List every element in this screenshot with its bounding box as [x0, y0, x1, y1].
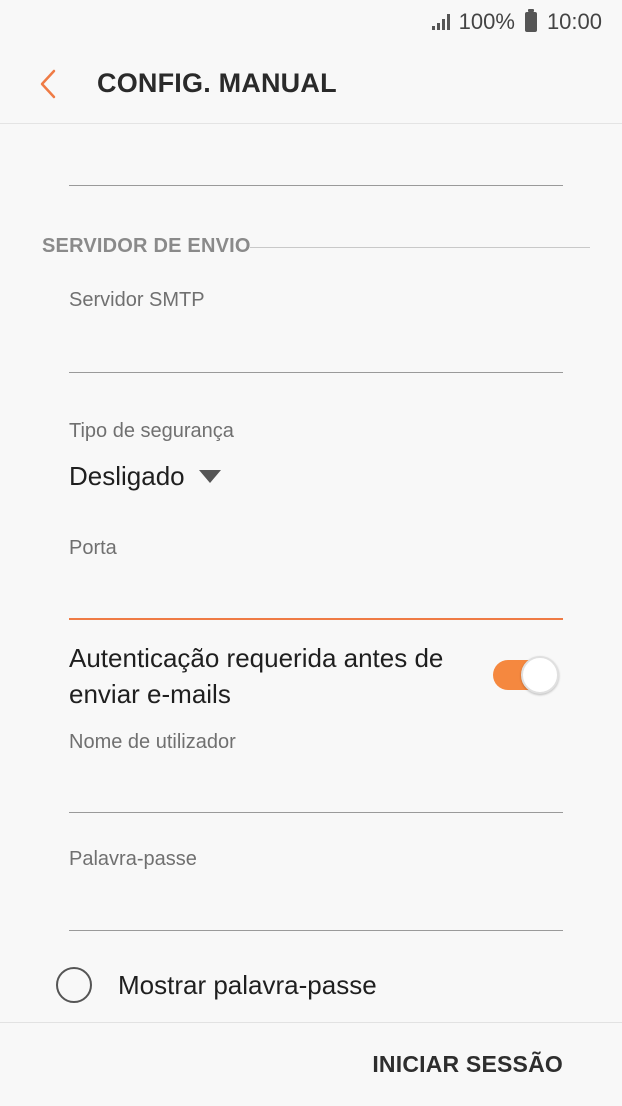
toggle-knob	[521, 656, 559, 694]
dropdown-arrow-icon	[198, 470, 221, 483]
port-label: Porta	[69, 537, 117, 559]
battery-percent: 100%	[458, 9, 515, 34]
chevron-left-icon	[40, 69, 56, 99]
sign-in-button[interactable]: INICIAR SESSÃO	[372, 1051, 563, 1078]
port-underline-focused	[69, 618, 563, 620]
smtp-server-underline	[69, 372, 563, 373]
section-divider	[250, 247, 590, 248]
username-label: Nome de utilizador	[69, 731, 236, 753]
show-password-label: Mostrar palavra-passe	[118, 969, 377, 1000]
app-bar: CONFIG. MANUAL	[0, 44, 622, 124]
screen: 100% 10:00 CONFIG. MANUAL SERVIDOR DE EN…	[0, 0, 622, 1106]
previous-field-underline	[69, 185, 563, 186]
password-label: Palavra-passe	[69, 848, 197, 870]
security-type-dropdown[interactable]: Desligado	[69, 461, 221, 492]
back-button[interactable]	[28, 64, 68, 104]
smtp-server-input[interactable]	[69, 320, 563, 372]
battery-icon	[524, 9, 537, 32]
password-input[interactable]	[69, 880, 563, 930]
password-underline	[69, 930, 563, 931]
smtp-server-label: Servidor SMTP	[69, 289, 205, 311]
bottom-bar: INICIAR SESSÃO	[0, 1022, 622, 1106]
status-bar: 100% 10:00	[0, 0, 622, 44]
username-underline	[69, 812, 563, 813]
section-header: SERVIDOR DE ENVIO	[42, 235, 251, 257]
page-title: CONFIG. MANUAL	[97, 68, 337, 98]
auth-required-label: Autenticação requerida antes de enviar e…	[69, 643, 444, 709]
port-input[interactable]	[69, 568, 563, 618]
username-input[interactable]	[69, 762, 563, 812]
show-password-option[interactable]: Mostrar palavra-passe	[56, 967, 377, 1003]
show-password-radio[interactable]	[56, 967, 92, 1003]
security-type-label: Tipo de segurança	[69, 420, 234, 442]
signal-icon	[431, 14, 450, 30]
security-type-value: Desligado	[69, 461, 185, 491]
auth-required-toggle[interactable]	[493, 656, 559, 694]
clock: 10:00	[546, 9, 602, 34]
